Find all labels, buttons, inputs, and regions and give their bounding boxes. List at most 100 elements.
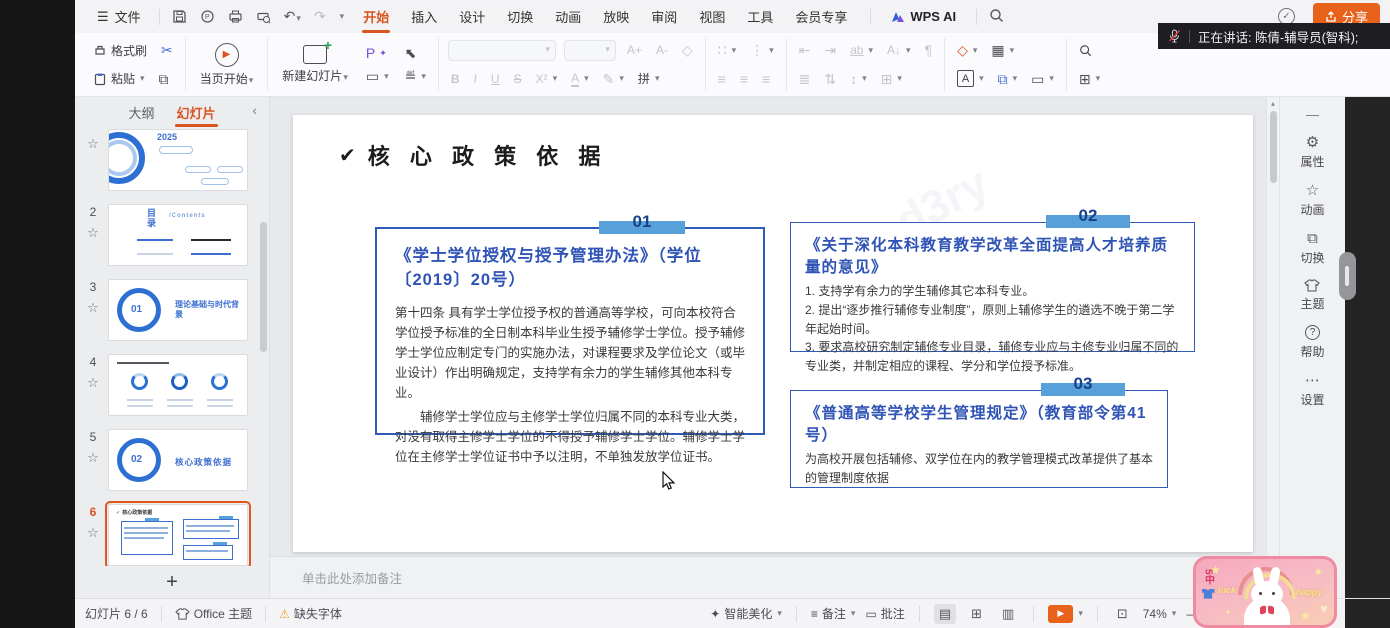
theme-indicator[interactable]: Office 主题 <box>175 605 252 622</box>
numbering-button[interactable]: ⋮▾ <box>747 41 777 59</box>
highlight-button[interactable]: ✎▾ <box>600 70 627 88</box>
slide-thumbnail-5[interactable]: 02 核心政策依据 <box>108 429 248 491</box>
tab-transition[interactable]: 切换 <box>496 0 544 33</box>
bullets-button[interactable]: ∷▾ <box>715 41 739 59</box>
slide-title[interactable]: ✔ 核 心 政 策 依 据 <box>339 139 607 171</box>
search-icon[interactable] <box>989 8 1004 26</box>
paste-button[interactable]: 粘贴 ▾ <box>90 68 148 89</box>
text-align-vertical-button[interactable]: ⊞▾ <box>878 70 905 88</box>
undo-button[interactable]: ↶▾ <box>284 9 301 24</box>
slideshow-button[interactable]: ▶ ▾ <box>1048 605 1083 623</box>
zoom-out-button[interactable]: – <box>1186 607 1193 621</box>
clear-format-button[interactable]: ◇ <box>679 41 696 59</box>
slide-6[interactable]: d3ry d3ry ✔ 核 心 政 策 依 据 01 《学士学位授权与授予管理办… <box>293 115 1253 552</box>
font-color-button[interactable]: A▾ <box>568 69 592 89</box>
tab-member[interactable]: 会员专享 <box>784 0 858 33</box>
text-direction-button[interactable]: A↓▾ <box>884 41 914 59</box>
superscript-button[interactable]: X²▾ <box>533 70 561 88</box>
insert-shape-button[interactable]: ◇▾ <box>954 41 980 59</box>
slide-layout-button[interactable]: ▭▾ <box>363 67 392 85</box>
slide-canvas[interactable]: d3ry d3ry ✔ 核 心 政 策 依 据 01 《学士学位授权与授予管理办… <box>270 97 1266 556</box>
distribute-button[interactable]: ⇅ <box>821 70 839 88</box>
scroll-up-icon[interactable]: ▴ <box>1271 99 1275 108</box>
print-icon[interactable] <box>228 9 243 24</box>
panel-item-animation[interactable]: ☆ 动画 <box>1300 183 1324 218</box>
ai-slide-button[interactable]: P✦ <box>363 44 392 62</box>
tab-review[interactable]: 审阅 <box>640 0 688 33</box>
smart-beautify-button[interactable]: ✦ 智能美化 ▾ <box>710 605 782 622</box>
panel-collapse-icon[interactable]: — <box>1306 107 1319 122</box>
align-right-button[interactable]: ≡ <box>759 70 773 88</box>
strikethrough-button[interactable]: S <box>511 70 525 88</box>
tab-animation[interactable]: 动画 <box>544 0 592 33</box>
new-slide-button[interactable]: 新建幻灯片▾ <box>277 44 353 85</box>
canvas-scrollbar[interactable]: ▴ ▴ ▾ <box>1266 97 1279 598</box>
save-icon[interactable] <box>172 9 187 24</box>
tab-home[interactable]: 开始 <box>352 0 400 33</box>
collapse-panel-icon[interactable]: ‹ <box>252 102 257 118</box>
missing-font-warning[interactable]: ⚠ 缺失字体 <box>279 605 342 622</box>
arrange-button[interactable]: ⧉▾ <box>995 70 1021 88</box>
side-panel-drag-handle[interactable] <box>1339 252 1356 300</box>
scrollbar-handle[interactable] <box>1270 111 1277 183</box>
find-replace-button[interactable] <box>1076 42 1095 59</box>
add-slide-button[interactable]: + <box>166 571 178 594</box>
slide-thumbnail-4[interactable] <box>108 354 248 416</box>
panel-item-settings[interactable]: ⋯ 设置 <box>1300 373 1324 408</box>
export-pdf-icon[interactable]: P <box>200 9 215 24</box>
star-icon[interactable]: ☆ <box>87 450 99 466</box>
insert-textbox-button[interactable]: A▾ <box>954 68 987 89</box>
slide-thumbnail-3[interactable]: 01 理论基础与时代背景 <box>108 279 248 341</box>
policy-box-2[interactable]: 02 《关于深化本科教育教学改革全面提高人才培养质量的意见》 1. 支持学有余力… <box>790 222 1195 352</box>
play-from-current-button[interactable]: ▶ 当页开始▾ <box>195 42 259 88</box>
bold-button[interactable]: B <box>448 70 463 88</box>
justify-button[interactable]: ≣ <box>796 70 814 88</box>
file-menu[interactable]: ☰ 文件 <box>91 5 147 28</box>
cut-button[interactable]: ✂ <box>158 41 176 59</box>
underline-button[interactable]: U <box>488 70 503 88</box>
wps-ai-button[interactable]: WPS AI <box>883 9 964 24</box>
decrease-font-button[interactable]: A- <box>653 41 671 59</box>
section-button[interactable]: ≝▾ <box>402 67 429 85</box>
align-center-button[interactable]: ≡ <box>737 70 751 88</box>
font-name-combo[interactable] <box>448 40 556 61</box>
notes-bar[interactable]: 单击此处添加备注 <box>270 556 1266 598</box>
sidebar-scrollbar[interactable] <box>260 222 267 352</box>
char-spacing-button[interactable]: ab▾ <box>847 41 876 59</box>
tab-design[interactable]: 设计 <box>448 0 496 33</box>
paragraph-mark-button[interactable]: ¶ <box>922 41 936 59</box>
slide-size-button[interactable]: ▭▾ <box>1028 70 1057 88</box>
tab-outline[interactable]: 大纲 <box>126 99 156 126</box>
zoom-level[interactable]: 74% ▾ <box>1143 607 1177 621</box>
outdent-button[interactable]: ⇤ <box>796 41 814 59</box>
font-size-combo[interactable] <box>564 40 616 61</box>
star-icon[interactable]: ☆ <box>87 136 99 152</box>
tab-tools[interactable]: 工具 <box>736 0 784 33</box>
reuse-slide-button[interactable]: ⬉ <box>402 44 429 62</box>
redo-button[interactable]: ↷ <box>314 9 326 24</box>
format-painter-button[interactable]: 格式刷 <box>90 40 150 61</box>
fit-slide-button[interactable]: ⊡ <box>1112 604 1133 624</box>
print-preview-icon[interactable] <box>256 9 271 24</box>
star-icon[interactable]: ☆ <box>87 300 99 316</box>
increase-font-button[interactable]: A+ <box>624 41 645 59</box>
reading-view-button[interactable]: ▥ <box>997 604 1019 624</box>
comments-button[interactable]: ▭ 批注 <box>865 605 904 622</box>
slide-thumbnail-1[interactable]: 2025 <box>108 129 248 191</box>
tab-view[interactable]: 视图 <box>688 0 736 33</box>
slide-sorter-view-button[interactable]: ⊞ <box>966 604 987 624</box>
star-icon[interactable]: ☆ <box>87 225 99 241</box>
panel-item-properties[interactable]: ⚙ 属性 <box>1300 135 1324 170</box>
copy-button[interactable]: ⧉ <box>156 70 172 88</box>
policy-box-3[interactable]: 03 《普通高等学校学生管理规定》（教育部令第41号） 为高校开展包括辅修、双学… <box>790 390 1168 488</box>
slide-thumbnail-2[interactable]: 目录 /Contents <box>108 204 248 266</box>
normal-view-button[interactable]: ▤ <box>934 604 956 624</box>
insert-picture-button[interactable]: ▦▾ <box>988 41 1017 59</box>
tab-slides[interactable]: 幻灯片 <box>175 99 218 126</box>
tab-slideshow[interactable]: 放映 <box>592 0 640 33</box>
star-icon[interactable]: ☆ <box>87 375 99 391</box>
qat-more-chevron[interactable]: ▾ <box>340 11 345 22</box>
pinyin-button[interactable]: 拼▾ <box>635 68 663 89</box>
star-icon[interactable]: ☆ <box>87 525 99 541</box>
panel-item-theme[interactable]: 主题 <box>1300 279 1324 312</box>
